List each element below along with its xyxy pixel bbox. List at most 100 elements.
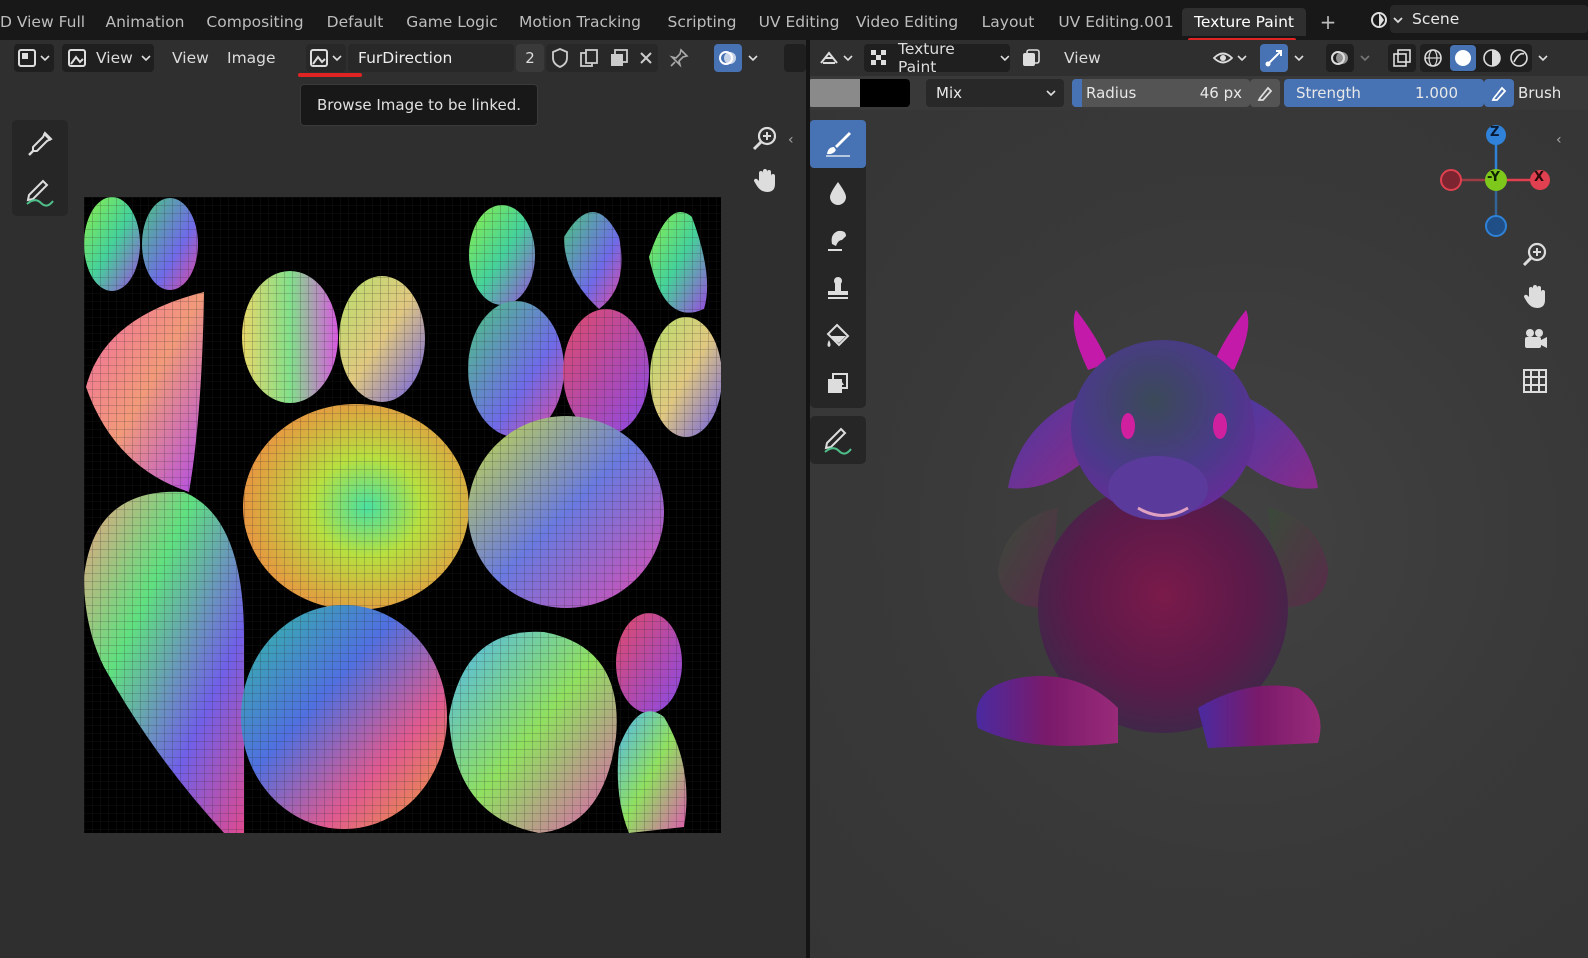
workspace-tab-compositing[interactable]: Compositing xyxy=(202,8,308,36)
overlay-dropdown[interactable] xyxy=(742,44,764,72)
gizmo-x-label: X xyxy=(1534,170,1545,185)
image-browse-icon xyxy=(310,49,328,67)
collapse-arrow[interactable]: ‹ xyxy=(788,132,794,148)
fill-tool[interactable] xyxy=(810,312,866,360)
workspace-tab-uv-editing[interactable]: UV Editing xyxy=(756,8,842,36)
navigation-gizmo[interactable]: Z X -Y xyxy=(1436,120,1556,240)
radius-slider-fill xyxy=(1072,79,1082,107)
fill-icon xyxy=(824,322,852,350)
xray-toggle[interactable] xyxy=(1388,44,1416,72)
workspace-tab-animation[interactable]: Animation xyxy=(100,8,190,36)
eye-icon xyxy=(1213,49,1233,67)
3d-character-model[interactable] xyxy=(968,308,1358,748)
collapse-arrow[interactable]: ‹ xyxy=(1556,132,1562,148)
soften-tool[interactable] xyxy=(810,168,866,216)
pan-button[interactable] xyxy=(746,162,784,200)
viewport-pan-button[interactable] xyxy=(1516,278,1554,316)
blend-mode-dropdown[interactable]: Mix xyxy=(926,79,1064,107)
overlays-dropdown[interactable] xyxy=(1354,44,1376,72)
eyedropper-icon xyxy=(25,129,55,159)
viewport-menu-view[interactable]: View xyxy=(1064,44,1101,72)
radius-label: Radius xyxy=(1086,84,1137,102)
pressure-icon xyxy=(1490,84,1508,102)
workspace-tab-uv-editing-001[interactable]: UV Editing.001 xyxy=(1056,8,1176,36)
gizmo-icon xyxy=(1264,48,1284,68)
fake-user-icon[interactable] xyxy=(551,48,569,68)
mode-dropdown[interactable]: Texture Paint xyxy=(864,40,1010,76)
annotate-tool[interactable] xyxy=(810,416,866,464)
workspace-tab-3d-view-full[interactable]: D View Full xyxy=(0,8,85,36)
overlay-icon xyxy=(718,48,738,68)
zoom-button[interactable] xyxy=(746,120,784,158)
shading-dropdown[interactable] xyxy=(1532,44,1554,72)
clone-tool[interactable] xyxy=(810,264,866,312)
close-icon[interactable] xyxy=(639,51,653,65)
mode-label: Texture Paint xyxy=(898,40,955,76)
gizmo-dropdown[interactable] xyxy=(1288,44,1310,72)
rendered-shading-icon[interactable] xyxy=(1509,48,1529,68)
smear-tool[interactable] xyxy=(810,216,866,264)
draw-tool[interactable] xyxy=(810,120,866,168)
ortho-toggle-button[interactable] xyxy=(1516,362,1554,400)
xray-icon xyxy=(1393,49,1411,67)
overlays-toggle[interactable] xyxy=(1326,44,1354,72)
sample-tool[interactable] xyxy=(12,120,68,168)
paint-brush-icon xyxy=(823,129,853,159)
material-shading-icon[interactable] xyxy=(1482,48,1502,68)
grid-icon xyxy=(1522,368,1548,394)
hand-icon xyxy=(1521,283,1549,311)
workspace-tab-video-editing[interactable]: Video Editing xyxy=(854,8,960,36)
solid-shading-icon[interactable] xyxy=(1449,45,1476,71)
view-mode-dropdown[interactable]: View xyxy=(62,44,154,72)
workspace-tab-scripting[interactable]: Scripting xyxy=(658,8,746,36)
canvas-icon xyxy=(1021,48,1041,68)
canvas-source-button[interactable] xyxy=(1016,44,1046,72)
workspace-tab-layout[interactable]: Layout xyxy=(972,8,1044,36)
new-image-icon[interactable] xyxy=(579,48,599,68)
menu-view[interactable]: View xyxy=(172,44,209,72)
primary-color-swatch[interactable] xyxy=(810,79,860,107)
wireframe-shading-icon[interactable] xyxy=(1423,48,1443,68)
visibility-dropdown[interactable] xyxy=(1210,44,1250,72)
workspace-tab-default[interactable]: Default xyxy=(320,8,390,36)
viewport-editor-type[interactable] xyxy=(816,44,856,72)
sidebar-toggle[interactable] xyxy=(784,44,806,72)
brush-panel-button[interactable]: Brush xyxy=(1510,79,1588,107)
add-workspace-button[interactable]: + xyxy=(1314,8,1342,36)
image-name: FurDirection xyxy=(358,49,453,67)
browse-image-button[interactable] xyxy=(306,44,346,72)
zoom-icon xyxy=(751,125,779,153)
workspace-tab-motion-tracking[interactable]: Motion Tracking xyxy=(514,8,646,36)
secondary-color-swatch[interactable] xyxy=(860,79,910,107)
gizmo-toggle[interactable] xyxy=(1260,44,1288,72)
image-name-field[interactable]: FurDirection xyxy=(348,44,514,72)
editor-type-button[interactable] xyxy=(14,44,54,72)
overlay-toggle[interactable] xyxy=(714,44,742,72)
camera-view-button[interactable] xyxy=(1516,320,1554,358)
user-count[interactable]: 2 xyxy=(516,44,544,72)
workspace-tab-game-logic[interactable]: Game Logic xyxy=(402,8,502,36)
annotate-tool[interactable] xyxy=(12,168,68,216)
image-toolbar xyxy=(12,120,68,216)
annotate-icon xyxy=(23,177,57,207)
menu-image[interactable]: Image xyxy=(227,44,276,72)
viewport-header: Texture Paint View xyxy=(810,40,1588,76)
mask-tool[interactable] xyxy=(810,360,866,408)
editor-type-icon xyxy=(18,49,36,67)
scene-name: Scene xyxy=(1412,10,1460,28)
scene-selector[interactable]: Scene xyxy=(1371,5,1588,33)
image-editor: View View Image FurDirection 2 Browse Im… xyxy=(0,40,806,958)
blur-icon xyxy=(824,178,852,206)
user-count-value: 2 xyxy=(525,49,535,67)
workspace-tab-texture-paint[interactable]: Texture Paint xyxy=(1182,8,1306,36)
camera-icon xyxy=(1521,325,1549,353)
viewport-zoom-button[interactable] xyxy=(1516,236,1554,274)
open-image-icon[interactable] xyxy=(609,48,629,68)
radius-slider[interactable]: Radius 46 px xyxy=(1072,79,1250,107)
radius-pressure-button[interactable] xyxy=(1250,79,1280,107)
strength-value: 1.000 xyxy=(1415,84,1458,102)
pin-button[interactable] xyxy=(664,44,694,72)
overlay-icon xyxy=(1330,48,1350,68)
uv-texture-image[interactable] xyxy=(84,197,721,833)
strength-slider[interactable]: Strength 1.000 xyxy=(1284,79,1484,107)
